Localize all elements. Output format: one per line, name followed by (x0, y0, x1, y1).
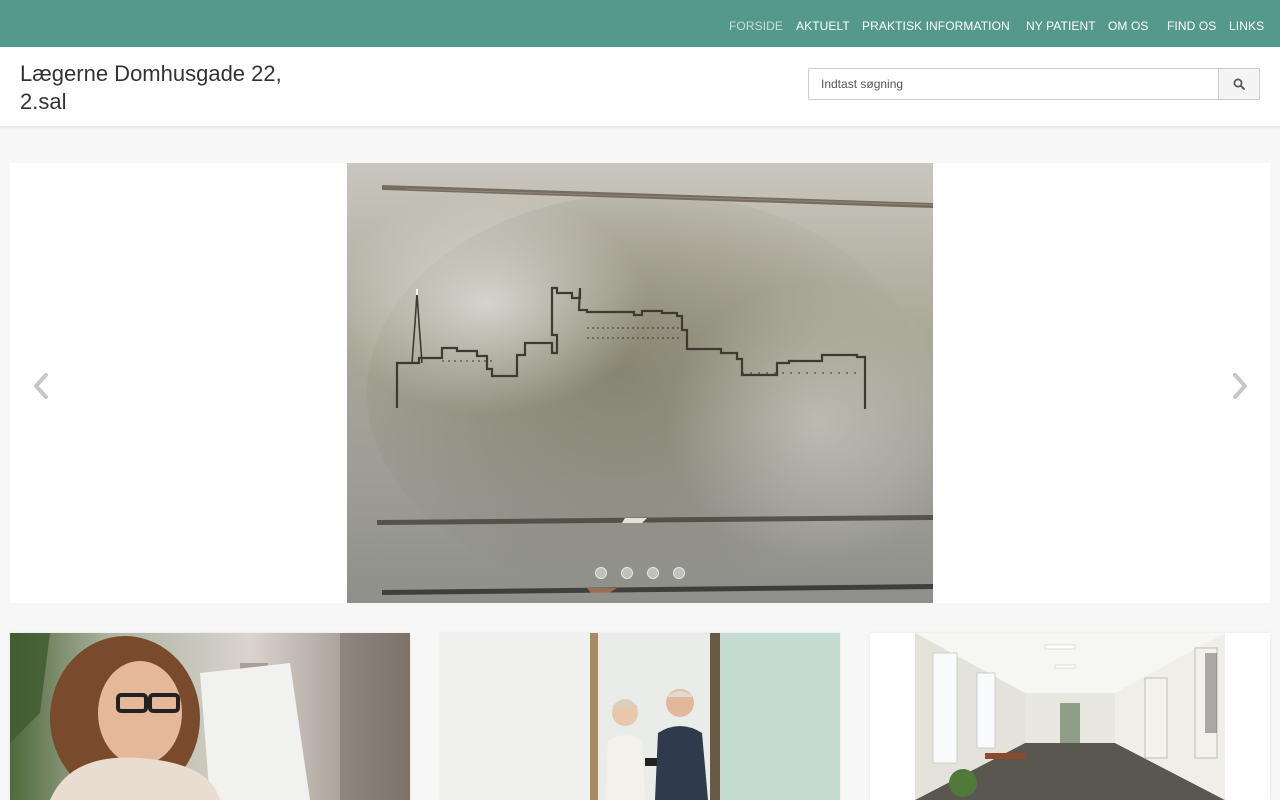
search-button[interactable] (1218, 68, 1260, 100)
chevron-right-icon (1233, 373, 1247, 399)
carousel-indicator-4[interactable] (673, 567, 685, 579)
nav-item-links[interactable]: LINKS (1229, 19, 1264, 33)
nav-item-ny-patient[interactable]: NY PATIENT (1026, 19, 1096, 33)
carousel-indicator-2[interactable] (621, 567, 633, 579)
card-clinic-hallway[interactable] (870, 633, 1270, 800)
nav-item-praktisk-information[interactable]: PRAKTISK INFORMATION (862, 19, 1010, 33)
card-image (440, 633, 840, 800)
search-input[interactable] (808, 68, 1219, 100)
image-carousel (10, 163, 1270, 603)
carousel-indicator-3[interactable] (647, 567, 659, 579)
chevron-left-icon (34, 373, 48, 399)
nav-item-find-os[interactable]: FIND OS (1167, 19, 1216, 33)
card-woman-at-laptop[interactable] (10, 633, 410, 800)
card-image (10, 633, 410, 800)
card-image (870, 633, 1270, 800)
carousel-prev-button[interactable] (26, 368, 56, 404)
nav-item-forside[interactable]: FORSIDE (729, 19, 783, 33)
carousel-next-button[interactable] (1225, 368, 1255, 404)
carousel-slide-image (347, 163, 933, 603)
nav-item-om-os[interactable]: OM OS (1108, 19, 1149, 33)
nav-item-aktuelt[interactable]: AKTUELT (796, 19, 850, 33)
carousel-indicators (595, 567, 685, 579)
top-navigation-bar: FORSIDE AKTUELT PRAKTISK INFORMATION NY … (0, 0, 1280, 47)
card-waiting-room[interactable] (440, 633, 840, 800)
site-header: Lægerne Domhusgade 22, 2.sal (0, 47, 1280, 127)
carousel-indicator-1[interactable] (595, 567, 607, 579)
site-title[interactable]: Lægerne Domhusgade 22, 2.sal (20, 60, 320, 116)
search-icon (1233, 78, 1245, 90)
